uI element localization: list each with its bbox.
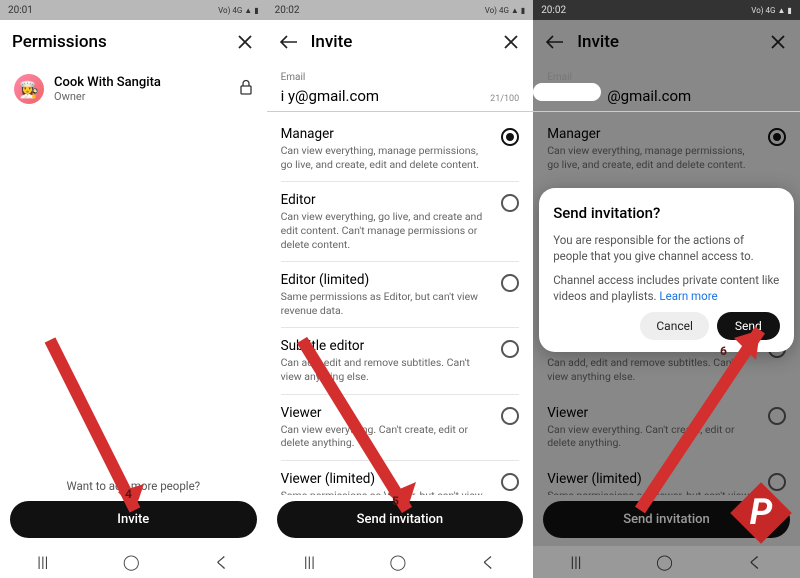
cancel-button[interactable]: Cancel (640, 312, 709, 340)
status-bar: 20:01 Vo) 4G ▲ ▮ (0, 0, 267, 20)
android-nav: ||| ◯ く (267, 546, 534, 578)
dialog-title: Send invitation? (553, 204, 780, 222)
svg-text:P: P (750, 490, 773, 533)
role-desc: Can add, edit and remove subtitles. Can'… (547, 356, 758, 383)
role-option[interactable]: Subtitle editorCan add, edit and remove … (267, 328, 534, 393)
radio-icon[interactable] (768, 407, 786, 425)
radio-icon[interactable] (501, 407, 519, 425)
home-icon[interactable]: ◯ (389, 553, 406, 571)
email-input[interactable]: i y@gmail.com 21/100 (267, 85, 534, 112)
email-value: i y@gmail.com (281, 87, 491, 105)
radio-icon[interactable] (501, 128, 519, 146)
back-icon[interactable]: く (481, 552, 496, 573)
send-invitation-dialog: Send invitation? You are responsible for… (539, 188, 794, 352)
role-title: Viewer (547, 405, 758, 423)
role-option[interactable]: ViewerCan view everything. Can't create,… (267, 395, 534, 460)
role-desc: Can view everything, manage permissions,… (281, 144, 492, 171)
send-button[interactable]: Send (717, 312, 780, 340)
role-title: Editor (limited) (281, 272, 492, 290)
close-icon[interactable] (235, 32, 255, 52)
user-row[interactable]: 👩‍🍳 Cook With Sangita Owner (0, 64, 267, 114)
status-bar: 20:02 Vo) 4G ▲ ▮ (267, 0, 534, 20)
roles-list: ManagerCan view everything, manage permi… (267, 116, 534, 495)
footer-prompt: Want to add more people? (0, 473, 267, 495)
page-title: Invite (577, 32, 756, 52)
back-arrow-icon[interactable] (545, 32, 565, 52)
radio-icon[interactable] (768, 128, 786, 146)
radio-icon[interactable] (501, 473, 519, 491)
status-icons: Vo) 4G ▲ ▮ (751, 6, 791, 15)
role-title: Subtitle editor (281, 338, 492, 356)
status-icons: Vo) 4G ▲ ▮ (485, 6, 525, 15)
status-icons: Vo) 4G ▲ ▮ (218, 6, 258, 15)
role-option[interactable]: ManagerCan view everything, manage permi… (533, 116, 800, 181)
role-desc: Can view everything, go live, and create… (281, 210, 492, 251)
email-label: Email (267, 64, 534, 85)
back-arrow-icon[interactable] (279, 32, 299, 52)
page-title: Permissions (12, 32, 223, 52)
role-desc: Can view everything, manage permissions,… (547, 144, 758, 171)
role-option[interactable]: ViewerCan view everything. Can't create,… (533, 395, 800, 460)
status-bar: 20:02 Vo) 4G ▲ ▮ (533, 0, 800, 20)
role-title: Manager (547, 126, 758, 144)
close-icon[interactable] (501, 32, 521, 52)
role-title: Viewer (281, 405, 492, 423)
home-icon[interactable]: ◯ (123, 553, 140, 571)
recents-icon[interactable]: ||| (37, 553, 48, 571)
email-input[interactable]: @gmail.com 21/100 (533, 85, 800, 112)
content: 👩‍🍳 Cook With Sangita Owner (0, 64, 267, 473)
email-label: Email (533, 64, 800, 85)
send-invitation-button[interactable]: Send invitation (277, 501, 524, 538)
radio-icon[interactable] (501, 274, 519, 292)
invite-button[interactable]: Invite (10, 501, 257, 538)
annotation-num-6: 6 (720, 344, 727, 358)
page-title: Invite (311, 32, 490, 52)
role-title: Viewer (limited) (281, 471, 492, 489)
user-name: Cook With Sangita (54, 75, 161, 90)
clock: 20:01 (8, 5, 33, 16)
recents-icon[interactable]: ||| (570, 553, 581, 571)
role-option[interactable]: Viewer (limited)Same permissions as View… (267, 461, 534, 495)
avatar: 👩‍🍳 (14, 74, 44, 104)
header: Invite (267, 20, 534, 64)
learn-more-link[interactable]: Learn more (659, 289, 717, 303)
back-icon[interactable]: く (214, 552, 229, 573)
user-role: Owner (54, 90, 161, 103)
header: Permissions (0, 20, 267, 64)
role-option[interactable]: ManagerCan view everything, manage permi… (267, 116, 534, 181)
clock: 20:02 (275, 5, 300, 16)
close-icon[interactable] (768, 32, 788, 52)
android-nav: ||| ◯ く (533, 546, 800, 578)
role-option[interactable]: EditorCan view everything, go live, and … (267, 182, 534, 261)
char-count: 21/100 (757, 94, 786, 104)
screen-permissions: 20:01 Vo) 4G ▲ ▮ Permissions 👩‍🍳 Cook Wi… (0, 0, 267, 578)
annotation-num-4: 4 (125, 487, 132, 501)
screen-invite: 20:02 Vo) 4G ▲ ▮ Invite Email i y@gmail.… (267, 0, 534, 578)
role-title: Manager (281, 126, 492, 144)
role-desc: Can view everything. Can't create, edit … (547, 423, 758, 450)
recents-icon[interactable]: ||| (304, 553, 315, 571)
brand-logo-icon: P (726, 478, 796, 548)
role-desc: Same permissions as Editor, but can't vi… (281, 290, 492, 317)
lock-icon (239, 79, 253, 99)
dialog-body-1: You are responsible for the actions of p… (553, 232, 780, 264)
char-count: 21/100 (490, 94, 519, 104)
role-desc: Can add, edit and remove subtitles. Can'… (281, 356, 492, 383)
role-option[interactable]: Editor (limited)Same permissions as Edit… (267, 262, 534, 327)
annotation-num-5: 5 (392, 494, 399, 508)
home-icon[interactable]: ◯ (656, 553, 673, 571)
android-nav: ||| ◯ く (0, 546, 267, 578)
role-desc: Can view everything. Can't create, edit … (281, 423, 492, 450)
dialog-body-2: Channel access includes private content … (553, 272, 780, 304)
back-icon[interactable]: く (747, 552, 762, 573)
role-title: Editor (281, 192, 492, 210)
header: Invite (533, 20, 800, 64)
tutorial-frame: 20:01 Vo) 4G ▲ ▮ Permissions 👩‍🍳 Cook Wi… (0, 0, 800, 578)
radio-icon[interactable] (501, 194, 519, 212)
radio-icon[interactable] (501, 340, 519, 358)
role-desc: Same permissions as Viewer, but can't vi… (281, 489, 492, 495)
clock: 20:02 (541, 5, 566, 16)
